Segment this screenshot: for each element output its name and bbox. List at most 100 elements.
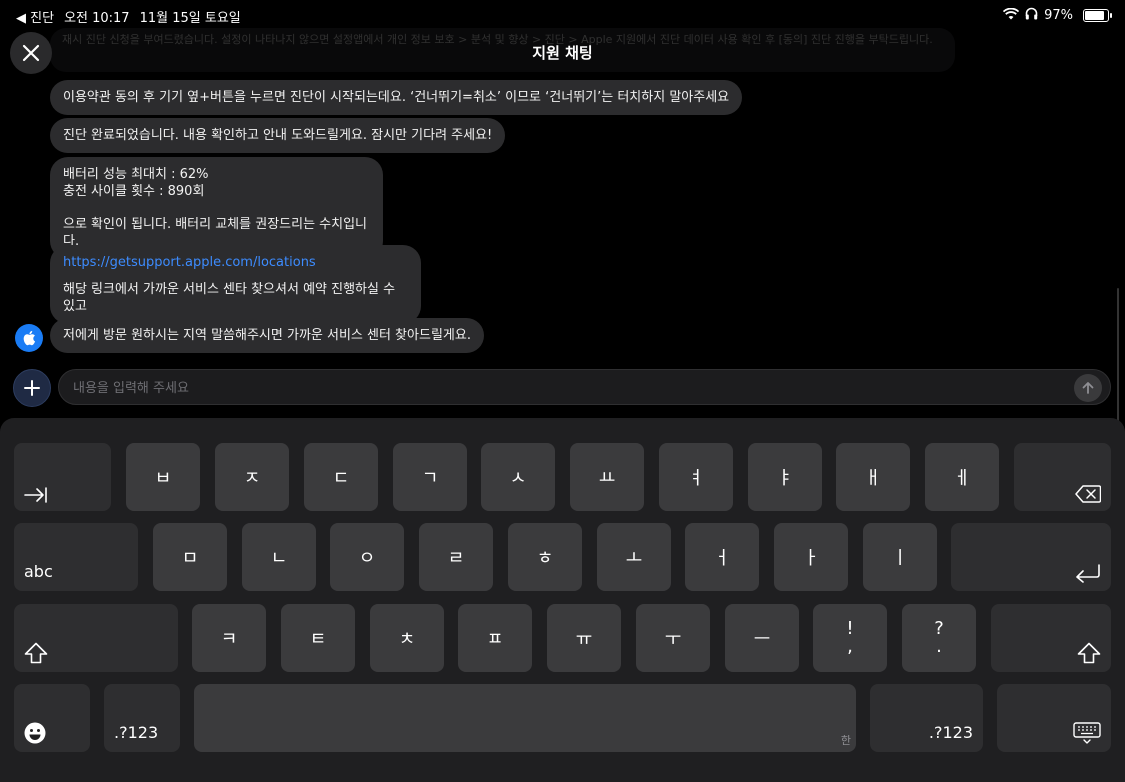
battery-fill xyxy=(1085,11,1104,20)
key-t[interactable]: ㅌ xyxy=(281,604,355,672)
key-label: ㅛ xyxy=(598,468,616,489)
emoji-icon xyxy=(24,722,46,744)
key-e[interactable]: ㅔ xyxy=(925,443,999,511)
numbers-key-right[interactable]: .?123 xyxy=(870,684,983,752)
return-icon xyxy=(1076,564,1100,583)
headphones-icon xyxy=(1025,7,1038,24)
key-question-period[interactable]: ?. xyxy=(902,604,976,672)
key-label: abc xyxy=(24,562,53,581)
key-r[interactable]: ㄹ xyxy=(419,523,493,591)
key-label: ㅠ xyxy=(575,629,593,650)
key-ya[interactable]: ㅑ xyxy=(748,443,822,511)
message-text: 저에게 방문 원하시는 지역 말씀해주시면 가까운 서비스 센터 찾아드릴게요. xyxy=(63,328,471,343)
key-h[interactable]: ㅎ xyxy=(508,523,582,591)
keyboard: ㅂ ㅈ ㄷ ㄱ ㅅ ㅛ ㅕ ㅑ ㅐ ㅔ abc ㅁ ㄴ ㅇ ㄹ ㅎ ㅗ ㅓ ㅏ … xyxy=(0,418,1125,782)
key-b[interactable]: ㅂ xyxy=(126,443,200,511)
key-label-bottom: . xyxy=(936,636,942,657)
key-k[interactable]: ㅋ xyxy=(192,604,266,672)
key-m[interactable]: ㅁ xyxy=(153,523,227,591)
key-yo[interactable]: ㅛ xyxy=(570,443,644,511)
key-label-bottom: , xyxy=(847,636,853,657)
key-label: .?123 xyxy=(114,723,159,742)
battery-percent: 97% xyxy=(1044,8,1073,23)
abc-key[interactable]: abc xyxy=(14,523,138,591)
scrollbar[interactable] xyxy=(1117,288,1119,428)
message-text: 이용약관 동의 후 기기 옆+버튼을 누르면 진단이 시작되는데요. ‘건너뛰기… xyxy=(63,90,730,105)
key-a[interactable]: ㅏ xyxy=(774,523,848,591)
space-key[interactable]: 한 xyxy=(194,684,856,752)
status-time: 오전 10:17 xyxy=(64,11,130,26)
message-line: 충전 사이클 횟수 : 890회 xyxy=(63,184,205,199)
key-o[interactable]: ㅗ xyxy=(597,523,671,591)
key-eu[interactable]: ㅡ xyxy=(725,604,799,672)
key-n[interactable]: ㄴ xyxy=(242,523,316,591)
key-label: .?123 xyxy=(928,723,973,742)
key-label: ㅓ xyxy=(713,548,731,569)
battery-icon xyxy=(1083,9,1112,22)
key-label: ㅔ xyxy=(953,468,971,489)
add-attachment-button[interactable] xyxy=(13,369,51,407)
status-left: ◀ 진단 오전 10:17 11월 15일 토요일 xyxy=(16,7,241,26)
message-bubble: 진단 완료되었습니다. 내용 확인하고 안내 도와드릴게요. 잠시만 기다려 주… xyxy=(50,118,506,153)
key-label: ㅅ xyxy=(509,468,527,489)
key-p[interactable]: ㅍ xyxy=(458,604,532,672)
back-to-app-link[interactable]: ◀ 진단 xyxy=(16,7,54,26)
wifi-icon xyxy=(1002,7,1020,24)
backspace-key[interactable] xyxy=(1014,443,1111,511)
emoji-key[interactable] xyxy=(14,684,90,752)
backspace-icon xyxy=(1075,485,1101,503)
status-date: 11월 15일 토요일 xyxy=(139,11,241,26)
tab-key[interactable] xyxy=(14,443,111,511)
dismiss-keyboard-key[interactable] xyxy=(997,684,1111,752)
tab-icon xyxy=(24,487,47,503)
message-bubble: https://getsupport.apple.com/locations 해… xyxy=(50,245,421,324)
support-link[interactable]: https://getsupport.apple.com/locations xyxy=(63,255,316,270)
message-text: 해당 링크에서 가까운 서비스 센타 찾으셔서 예약 진행하실 수 있고 xyxy=(63,282,396,314)
key-label: ㅡ xyxy=(753,629,771,650)
arrow-up-icon xyxy=(1082,382,1094,394)
shift-key-left[interactable] xyxy=(14,604,178,672)
key-exclaim-comma[interactable]: !, xyxy=(813,604,887,672)
message-bubble: 배터리 성능 최대치 : 62% 충전 사이클 횟수 : 890회 으로 확인이… xyxy=(50,157,383,259)
key-u[interactable]: ㅜ xyxy=(636,604,710,672)
key-ng[interactable]: ㅇ xyxy=(330,523,404,591)
key-g[interactable]: ㄱ xyxy=(393,443,467,511)
key-label: ㅎ xyxy=(536,548,554,569)
key-label: ㅕ xyxy=(687,468,705,489)
key-label: ㅈ xyxy=(243,468,261,489)
message-input[interactable] xyxy=(71,376,1055,400)
send-button[interactable] xyxy=(1074,374,1102,402)
message-line: 배터리 성능 최대치 : 62% xyxy=(63,167,209,182)
message-text: 진단 완료되었습니다. 내용 확인하고 안내 도와드릴게요. 잠시만 기다려 주… xyxy=(63,128,493,143)
key-yeo[interactable]: ㅕ xyxy=(659,443,733,511)
return-key[interactable] xyxy=(951,523,1111,591)
plus-icon xyxy=(24,380,40,396)
space-key-language-hint: 한 xyxy=(840,734,851,747)
status-right: 97% xyxy=(1002,7,1112,24)
shift-key-right[interactable] xyxy=(991,604,1111,672)
numbers-key-left[interactable]: .?123 xyxy=(104,684,180,752)
key-label: ㅏ xyxy=(802,548,820,569)
key-ae[interactable]: ㅐ xyxy=(836,443,910,511)
key-label: ㅋ xyxy=(220,629,238,650)
key-d[interactable]: ㄷ xyxy=(304,443,378,511)
apple-logo-icon xyxy=(23,330,36,346)
key-label: ㅇ xyxy=(358,548,376,569)
agent-avatar xyxy=(15,324,43,352)
key-j[interactable]: ㅈ xyxy=(215,443,289,511)
message-input-container xyxy=(58,369,1111,405)
key-label: ㄹ xyxy=(447,548,465,569)
message-bubble: 이용약관 동의 후 기기 옆+버튼을 누르면 진단이 시작되는데요. ‘건너뛰기… xyxy=(50,80,743,115)
chat-header: 지원 채팅 xyxy=(0,28,1125,76)
key-i[interactable]: ㅣ xyxy=(863,523,937,591)
key-yu[interactable]: ㅠ xyxy=(547,604,621,672)
key-ch[interactable]: ㅊ xyxy=(370,604,444,672)
key-label: ㅊ xyxy=(398,629,416,650)
key-eo[interactable]: ㅓ xyxy=(685,523,759,591)
shift-icon xyxy=(24,642,48,664)
key-label: ㅍ xyxy=(486,629,504,650)
key-label: ㅗ xyxy=(625,548,643,569)
chat-messages: 이용약관 동의 후 기기 옆+버튼을 누르면 진단이 시작되는데요. ‘건너뛰기… xyxy=(0,78,1125,428)
key-s[interactable]: ㅅ xyxy=(481,443,555,511)
key-label: ㅂ xyxy=(154,468,172,489)
